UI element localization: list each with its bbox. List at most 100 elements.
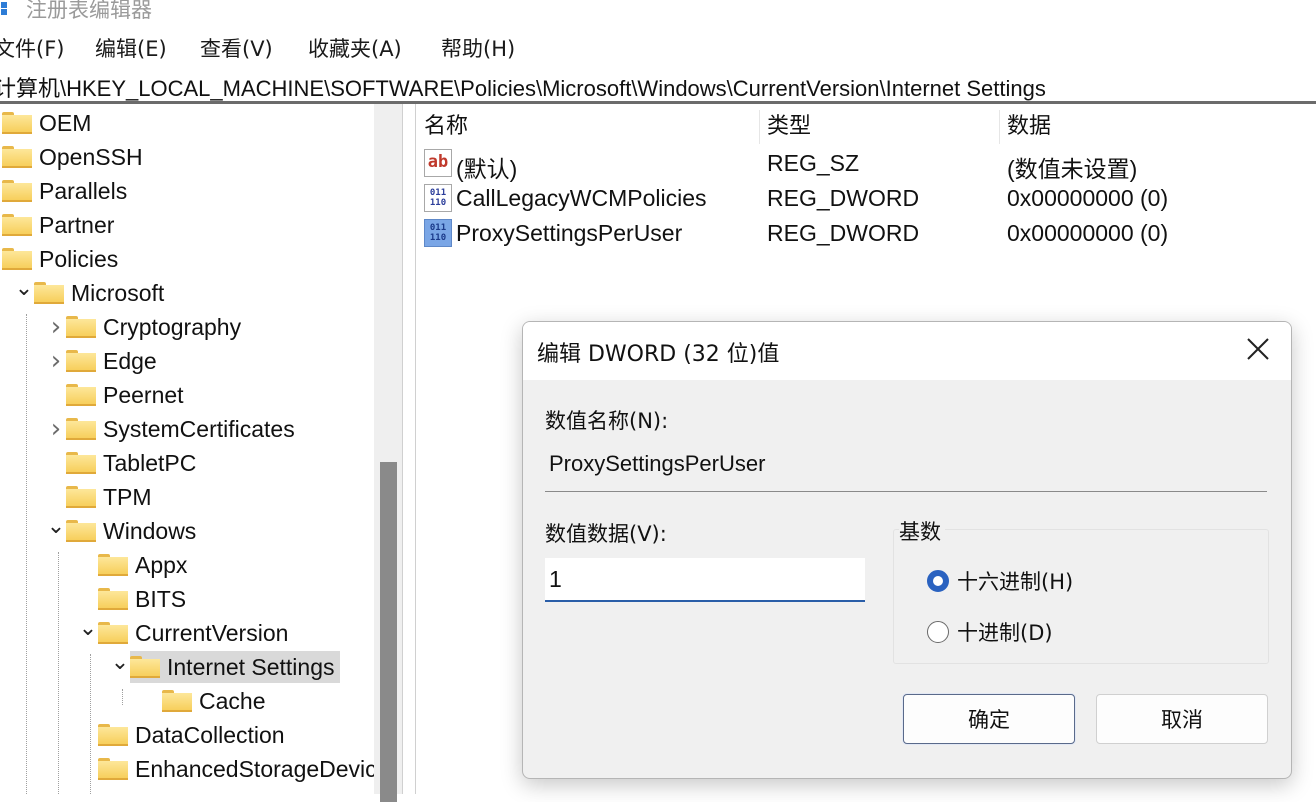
address-bar[interactable]: 计算机\HKEY_LOCAL_MACHINE\SOFTWARE\Policies… (0, 70, 1316, 104)
tree-item-content[interactable]: CurrentVersion (98, 617, 293, 649)
tree-scrollbar[interactable] (374, 104, 402, 802)
tree-item-label: Policies (39, 245, 119, 272)
tree-item-label: CurrentVersion (135, 619, 289, 646)
tree-item-label: BITS (135, 585, 187, 612)
tree-item-label: TabletPC (103, 449, 197, 476)
tree-item[interactable]: › Cryptography (46, 310, 246, 344)
tree-item[interactable]: EnhancedStorageDevic (78, 752, 374, 786)
tree-item-content[interactable]: DataCollection (98, 719, 290, 751)
tree-item[interactable]: TPM (46, 480, 157, 514)
tree-item[interactable]: Peernet (46, 378, 189, 412)
tree-item-label: Microsoft (71, 279, 165, 306)
value-data-label: 数值数据(V): (545, 522, 667, 546)
tree-item-content[interactable]: Appx (98, 549, 192, 581)
column-header-type[interactable]: 类型 (767, 108, 811, 148)
tree-item[interactable]: OEM (0, 106, 96, 140)
chevron-right-icon[interactable]: › (46, 346, 66, 376)
menu-file[interactable]: 文件(F) (0, 33, 64, 63)
radio-unchecked-icon[interactable] (927, 621, 949, 643)
tree-item-content[interactable]: BITS (98, 583, 191, 615)
tree-item[interactable]: DataCollection (78, 718, 290, 752)
radio-label: 十进制(D) (957, 621, 1053, 645)
tree-item-label: Cache (199, 687, 266, 714)
column-separator[interactable] (999, 110, 1000, 144)
radio-decimal[interactable]: 十进制(D) (927, 617, 1053, 647)
tree-item[interactable]: › SystemCertificates (46, 412, 300, 446)
cancel-button[interactable]: 取消 (1096, 694, 1268, 744)
tree-item-content[interactable]: Parallels (2, 175, 132, 207)
tree-item-content[interactable]: TPM (66, 481, 157, 513)
menu-favorites[interactable]: 收藏夹(A) (308, 33, 402, 63)
radio-hexadecimal[interactable]: 十六进制(H) (927, 566, 1073, 596)
ok-button[interactable]: 确定 (903, 694, 1075, 744)
tree-item[interactable]: Appx (78, 548, 192, 582)
close-button[interactable] (1243, 334, 1273, 364)
folder-icon (66, 384, 96, 406)
tree-scrollbar-thumb[interactable] (380, 462, 397, 802)
binary-value-icon: 011 110 (424, 184, 452, 212)
menu-edit[interactable]: 编辑(E) (95, 33, 167, 63)
tree-item-content[interactable]: SystemCertificates (66, 413, 300, 445)
folder-icon (130, 656, 160, 678)
tree-item[interactable]: TabletPC (46, 446, 201, 480)
tree-item[interactable]: ⌄ CurrentVersion (78, 616, 293, 650)
tree-item-content[interactable]: EnhancedStorageDevic (98, 753, 374, 785)
folder-icon (2, 248, 32, 270)
chevron-down-icon[interactable]: ⌄ (78, 616, 98, 641)
tree-item-content[interactable]: Windows (66, 515, 201, 547)
tree-item-content[interactable]: Edge (66, 345, 162, 377)
chevron-down-icon[interactable]: ⌄ (14, 276, 34, 301)
tree-connector (58, 552, 59, 794)
column-separator[interactable] (759, 110, 760, 144)
column-header-data[interactable]: 数据 (1007, 108, 1051, 148)
tree-item[interactable]: BITS (78, 582, 191, 616)
menu-help[interactable]: 帮助(H) (441, 33, 515, 63)
value-data-input[interactable] (545, 558, 865, 602)
tree-item-content[interactable]: TabletPC (66, 447, 201, 479)
tree-item-label: Parallels (39, 177, 128, 204)
tree-item-content[interactable]: Internet Settings (130, 651, 340, 683)
key-tree[interactable]: OEM OpenSSH Parallels Partner Policies ⌄ Micro… (0, 104, 374, 794)
radio-checked-icon[interactable] (927, 570, 949, 592)
tree-item[interactable]: ⌄ Microsoft (14, 276, 169, 310)
column-header-name[interactable]: 名称 (424, 108, 468, 148)
folder-icon (66, 486, 96, 508)
tree-item-content[interactable]: Microsoft (34, 277, 169, 309)
tree-item[interactable]: ⌄ Windows (46, 514, 201, 548)
tree-item-content[interactable]: OEM (2, 107, 96, 139)
chevron-right-icon[interactable]: › (46, 414, 66, 444)
tree-item-label: Cryptography (103, 313, 242, 340)
tree-item-content[interactable]: Partner (2, 209, 119, 241)
menu-view[interactable]: 查看(V) (200, 33, 273, 63)
value-row-default[interactable]: ab (默认) REG_SZ (数值未设置) (416, 146, 1316, 182)
pane-splitter[interactable] (402, 104, 416, 794)
tree-item-label: OEM (39, 109, 92, 136)
tree-item[interactable]: Partner (0, 208, 119, 242)
tree-connector (26, 314, 27, 794)
tree-item-label: Internet Settings (167, 653, 335, 680)
tree-item-content[interactable]: OpenSSH (2, 141, 148, 173)
tree-item[interactable]: OpenSSH (0, 140, 148, 174)
tree-item[interactable]: Cache (142, 684, 270, 718)
value-row-calllegacywcmpolicies[interactable]: 011 110 CallLegacyWCMPolicies REG_DWORD 0… (416, 181, 1316, 215)
radio-label: 十六进制(H) (957, 570, 1074, 594)
tree-item-content[interactable]: Peernet (66, 379, 189, 411)
folder-icon (66, 452, 96, 474)
chevron-down-icon[interactable]: ⌄ (110, 650, 130, 675)
tree-item-content[interactable]: Cryptography (66, 311, 246, 343)
tree-item[interactable]: Policies (0, 242, 123, 276)
value-row-proxysettingsperuser[interactable]: 011 110 ProxySettingsPerUser REG_DWORD 0x… (416, 216, 1316, 250)
chevron-down-icon[interactable]: ⌄ (46, 514, 66, 539)
tree-item-content[interactable]: Cache (162, 685, 270, 717)
chevron-right-icon[interactable]: › (46, 312, 66, 342)
tree-item-content[interactable]: Policies (2, 243, 123, 275)
tree-item[interactable]: ⌄ Internet Settings (110, 650, 340, 684)
address-path[interactable]: 计算机\HKEY_LOCAL_MACHINE\SOFTWARE\Policies… (0, 71, 1046, 103)
tree-item[interactable]: › Edge (46, 344, 162, 378)
tree-item[interactable]: Parallels (0, 174, 132, 208)
dialog-title-bar[interactable]: 编辑 DWORD (32 位)值 (523, 322, 1291, 380)
folder-icon (98, 622, 128, 644)
title-bar: 注册表编辑器 (0, 0, 1316, 22)
tree-item-label: Windows (103, 517, 197, 544)
